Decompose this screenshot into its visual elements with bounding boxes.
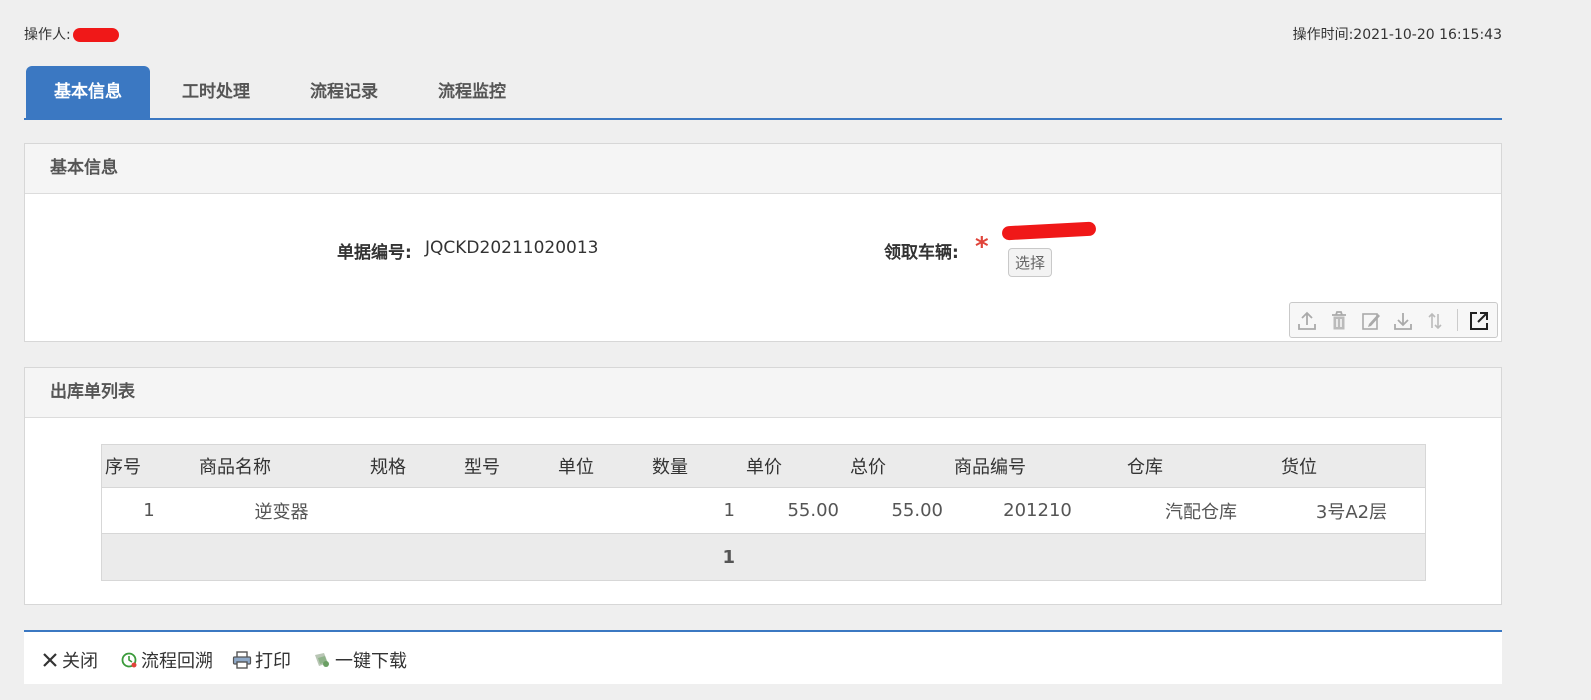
rollback-label: 流程回溯 — [141, 651, 213, 672]
cell-unit — [555, 487, 649, 534]
close-label: 关闭 — [62, 651, 98, 672]
footer-qty-sum: 1 — [649, 533, 743, 581]
cell-qty: 1 — [649, 487, 743, 534]
select-vehicle-button[interactable]: 选择 — [1008, 248, 1053, 277]
external-link-icon[interactable] — [1468, 310, 1490, 332]
operation-time-value: 2021-10-20 16:15:43 — [1353, 27, 1502, 43]
col-location: 货位 — [1278, 444, 1426, 488]
required-mark: * — [975, 232, 989, 262]
delete-icon[interactable] — [1328, 310, 1350, 332]
tab-bar: 基本信息 工时处理 流程记录 流程监控 — [24, 66, 1502, 120]
sort-icon[interactable] — [1424, 310, 1446, 332]
panel-title: 出库单列表 — [25, 368, 1501, 418]
panel-toolbar — [1289, 302, 1498, 338]
col-spec: 规格 — [367, 444, 461, 488]
operation-time-label: 操作时间: — [1292, 27, 1354, 43]
doc-no-label: 单据编号: — [337, 243, 412, 263]
upload-icon[interactable] — [1296, 310, 1318, 332]
cell-total: 55.00 — [847, 487, 951, 534]
col-total: 总价 — [847, 444, 951, 488]
col-price: 单价 — [743, 444, 847, 488]
redaction-mark — [72, 28, 119, 42]
tab-process-records[interactable]: 流程记录 — [282, 66, 406, 118]
download-all-icon — [315, 653, 329, 667]
close-button[interactable]: 关闭 — [41, 647, 98, 673]
operator-info: 操作人: — [24, 24, 119, 44]
col-code: 商品编号 — [951, 444, 1124, 488]
vehicle-value-redacted — [1001, 221, 1097, 241]
operator-label: 操作人: — [24, 27, 71, 43]
basic-info-panel: 基本信息 单据编号: JQCKD20211020013 领取车辆: * 选择 — [24, 143, 1502, 342]
vehicle-label: 领取车辆: — [884, 243, 959, 263]
outbound-list-panel: 出库单列表 序号 商品名称 规格 型号 单位 数量 单价 总价 商品编号 仓库 … — [24, 367, 1502, 605]
col-model: 型号 — [461, 444, 555, 488]
printer-icon — [232, 651, 252, 669]
footer-empty-right — [743, 533, 1426, 581]
footer-empty — [101, 533, 649, 581]
doc-no-value: JQCKD20211020013 — [425, 238, 599, 258]
col-qty: 数量 — [649, 444, 743, 488]
print-label: 打印 — [255, 651, 291, 672]
cell-price: 55.00 — [743, 487, 847, 534]
tab-process-monitor[interactable]: 流程监控 — [410, 66, 534, 118]
cell-code: 201210 — [951, 487, 1124, 534]
cell-spec — [367, 487, 461, 534]
table-row[interactable]: 1 逆变器 1 55.00 55.00 201210 汽配仓库 3号A2层 — [101, 487, 1426, 534]
table-header-row: 序号 商品名称 规格 型号 单位 数量 单价 总价 商品编号 仓库 货位 — [101, 444, 1426, 488]
col-name: 商品名称 — [196, 444, 367, 488]
table-footer-row: 1 — [101, 533, 1426, 581]
download-all-label: 一键下载 — [335, 651, 407, 672]
download-icon[interactable] — [1392, 310, 1414, 332]
cell-location: 3号A2层 — [1278, 487, 1426, 534]
cell-name: 逆变器 — [196, 487, 367, 534]
clock-back-icon — [121, 652, 137, 668]
col-index: 序号 — [101, 444, 196, 488]
panel-title: 基本信息 — [25, 144, 1501, 194]
download-all-button[interactable]: 一键下载 — [312, 647, 407, 673]
rollback-button[interactable]: 流程回溯 — [120, 647, 213, 673]
print-button[interactable]: 打印 — [232, 647, 291, 673]
bottom-action-bar: 关闭 流程回溯 打印 一键下载 — [24, 632, 1502, 684]
cell-model — [461, 487, 555, 534]
col-unit: 单位 — [555, 444, 649, 488]
tab-work-hours[interactable]: 工时处理 — [154, 66, 278, 118]
cell-warehouse: 汽配仓库 — [1124, 487, 1278, 534]
outbound-table: 序号 商品名称 规格 型号 单位 数量 单价 总价 商品编号 仓库 货位 1 逆… — [101, 444, 1426, 581]
toolbar-divider — [1457, 309, 1458, 331]
tab-basic-info[interactable]: 基本信息 — [26, 66, 150, 118]
close-icon — [43, 653, 57, 667]
operation-time: 操作时间:2021-10-20 16:15:43 — [1293, 24, 1502, 44]
col-warehouse: 仓库 — [1124, 444, 1278, 488]
cell-index: 1 — [101, 487, 196, 534]
edit-icon[interactable] — [1360, 310, 1382, 332]
